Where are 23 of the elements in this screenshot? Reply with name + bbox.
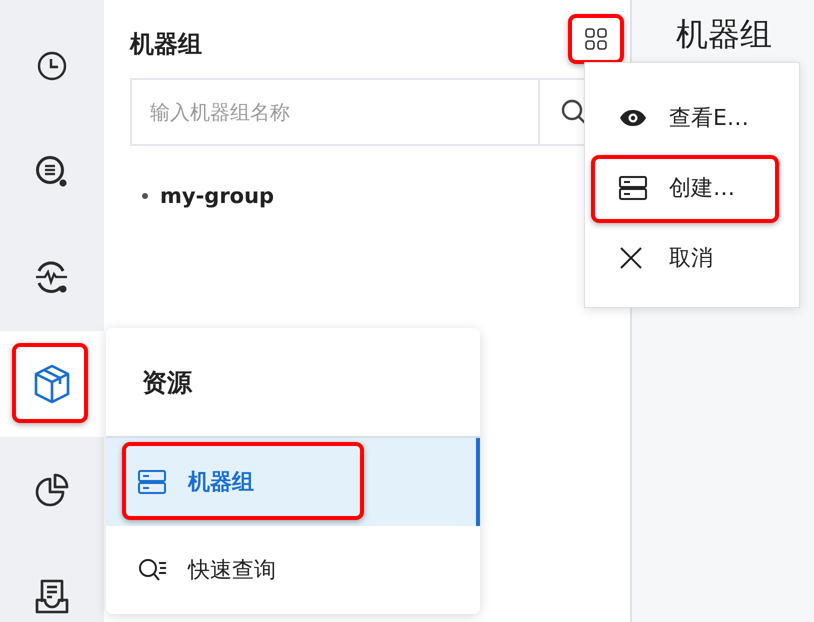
search-field[interactable]: 输入机器组名称: [130, 78, 540, 146]
clock-icon: [36, 50, 68, 82]
panel-title: 机器组: [130, 29, 202, 60]
document-tray-icon: [34, 578, 70, 614]
more-actions-button[interactable]: [568, 14, 624, 64]
menu-item[interactable]: 创建…: [585, 153, 799, 223]
package-icon: [33, 364, 71, 404]
menu-item[interactable]: 取消: [585, 223, 799, 293]
bullet-icon: [142, 193, 148, 199]
server-icon: [138, 470, 166, 494]
menu-item[interactable]: 查看E…: [585, 83, 799, 153]
tree-item[interactable]: my-group: [160, 184, 274, 208]
flyout-menu-item[interactable]: 机器组: [106, 438, 480, 526]
page-title: 机器组: [676, 14, 772, 54]
eye-icon: [619, 109, 647, 127]
flyout-title: 资源: [142, 366, 192, 398]
server-icon: [619, 176, 647, 200]
quick-query-icon: [138, 558, 168, 582]
close-icon: [619, 246, 643, 270]
pie-chart-icon: [35, 473, 69, 507]
pulse-search-icon: [34, 260, 70, 296]
flyout-menu-item[interactable]: 快速查询: [106, 526, 480, 614]
grid-icon: [584, 27, 608, 51]
